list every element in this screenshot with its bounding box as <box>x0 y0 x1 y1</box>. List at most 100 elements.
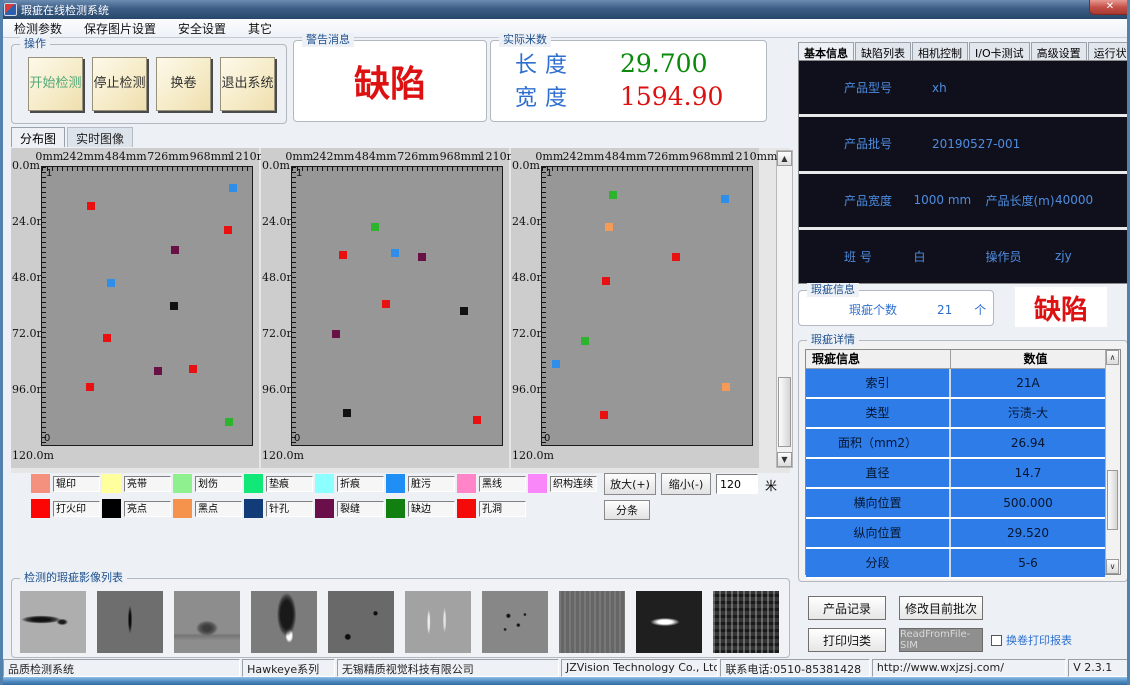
defect-point[interactable] <box>343 409 351 417</box>
defect-point[interactable] <box>103 334 111 342</box>
defect-point[interactable] <box>722 383 730 391</box>
legend-label: 划伤 <box>195 476 242 492</box>
plot-area[interactable]: 10 <box>41 166 253 446</box>
chart-vertical-scrollbar[interactable]: ▲ ▼ <box>776 150 793 468</box>
defect-thumbnail-10[interactable] <box>713 591 779 653</box>
defect-point[interactable] <box>382 300 390 308</box>
zoom-in-button[interactable]: 放大(+) <box>604 473 656 495</box>
view-tab-2[interactable]: 实时图像 <box>67 127 133 147</box>
detail-row-1[interactable]: 索引21A <box>806 369 1105 399</box>
meters-range-input[interactable] <box>716 474 758 494</box>
defect-image-list-group: 检测的瑕疵影像列表 <box>11 578 790 658</box>
defect-point[interactable] <box>552 360 560 368</box>
menu-item-3[interactable]: 安全设置 <box>167 19 237 38</box>
table-scroll-up-icon[interactable]: ∧ <box>1106 350 1119 365</box>
detail-row-value: 5-6 <box>951 549 1105 577</box>
plot-area[interactable]: 10 <box>541 166 753 446</box>
defect-thumbnail-1[interactable] <box>20 591 86 653</box>
detail-row-4[interactable]: 直径14.7 <box>806 459 1105 489</box>
defect-thumbnail-9[interactable] <box>636 591 702 653</box>
legend-label: 脏污 <box>408 476 455 492</box>
defect-point[interactable] <box>581 337 589 345</box>
product-record-button[interactable]: 产品记录 <box>808 596 886 620</box>
defect-detail-table: 瑕疵信息 数值 索引21A类型污渍-大面积（mm2）26.94直径14.7横向位… <box>805 349 1121 575</box>
y-tick-label: 0.0m <box>12 159 40 172</box>
table-scrollbar[interactable]: ∧ ∨ <box>1105 350 1120 574</box>
plot-area[interactable]: 10 <box>291 166 503 446</box>
defect-point[interactable] <box>189 365 197 373</box>
view-tab-1[interactable]: 分布图 <box>11 127 65 147</box>
defect-point[interactable] <box>600 411 608 419</box>
legend-label: 打火印 <box>53 501 100 517</box>
close-button[interactable]: ✕ <box>1089 0 1130 15</box>
meter-value: 1594.90 <box>620 82 723 111</box>
defect-point[interactable] <box>609 191 617 199</box>
legend-label: 亮带 <box>124 476 171 492</box>
detail-row-7[interactable]: 分段5-6 <box>806 549 1105 579</box>
defect-count-unit: 个 <box>974 301 986 318</box>
defect-point[interactable] <box>170 302 178 310</box>
scatter-chart-2: 0mm242mm484mm726mm968mm1210mm0.0m24.0m48… <box>261 148 509 468</box>
meter-label: 长度 <box>515 47 620 79</box>
zoom-out-button[interactable]: 缩小(-) <box>661 473 711 495</box>
checkbox-icon[interactable] <box>991 635 1002 646</box>
defect-thumbnail-3[interactable] <box>174 591 240 653</box>
detail-row-2[interactable]: 类型污渍-大 <box>806 399 1105 429</box>
view-tabs: 分布图实时图像 <box>11 127 135 147</box>
defect-point[interactable] <box>154 367 162 375</box>
menu-item-1[interactable]: 检测参数 <box>3 19 73 38</box>
defect-point[interactable] <box>473 416 481 424</box>
defect-point[interactable] <box>418 253 426 261</box>
defect-point[interactable] <box>332 330 340 338</box>
defect-point[interactable] <box>87 202 95 210</box>
defect-point[interactable] <box>86 383 94 391</box>
split-button[interactable]: 分条 <box>604 500 650 520</box>
defect-point[interactable] <box>225 418 233 426</box>
defect-point[interactable] <box>229 184 237 192</box>
defect-point[interactable] <box>460 307 468 315</box>
detail-row-6[interactable]: 纵向位置29.520 <box>806 519 1105 549</box>
roll-change-print-checkbox[interactable]: 换卷打印报表 <box>991 632 1072 648</box>
scroll-down-icon[interactable]: ▼ <box>777 452 792 467</box>
detail-row-5[interactable]: 横向位置500.000 <box>806 489 1105 519</box>
menu-item-4[interactable]: 其它 <box>237 19 283 38</box>
defect-thumbnail-6[interactable] <box>405 591 471 653</box>
status-cell-5: 联系电话:0510-85381428 <box>720 659 869 677</box>
defect-point[interactable] <box>371 223 379 231</box>
defect-point[interactable] <box>721 195 729 203</box>
op-button-4[interactable]: 退出系统 <box>220 57 275 111</box>
defect-point[interactable] <box>602 277 610 285</box>
modify-batch-button[interactable]: 修改目前批次 <box>899 596 983 620</box>
menu-item-2[interactable]: 保存图片设置 <box>73 19 167 38</box>
defect-point[interactable] <box>107 279 115 287</box>
op-button-1[interactable]: 开始检测 <box>28 57 83 111</box>
defect-point[interactable] <box>605 223 613 231</box>
legend-swatch <box>528 474 547 493</box>
defect-point[interactable] <box>672 253 680 261</box>
scrollbar-thumb[interactable] <box>778 377 791 447</box>
defect-thumbnail-4[interactable] <box>251 591 317 653</box>
info-value: zjy <box>1055 249 1127 263</box>
defect-info-group: 瑕疵信息 瑕疵个数 21 个 <box>798 290 994 326</box>
defect-thumbnail-2[interactable] <box>97 591 163 653</box>
defect-thumbnail-5[interactable] <box>328 591 394 653</box>
defect-point[interactable] <box>391 249 399 257</box>
legend-item: 织构连续 <box>528 474 599 493</box>
table-scrollbar-thumb[interactable] <box>1107 470 1118 530</box>
table-scroll-down-icon[interactable]: ∨ <box>1106 559 1119 574</box>
defect-legend-row-1: 辊印亮带划伤垫痕折痕脏污黑线织构连续 <box>31 474 599 493</box>
op-button-2[interactable]: 停止检测 <box>92 57 147 111</box>
detail-row-label: 直径 <box>806 459 951 487</box>
print-classify-button[interactable]: 打印归类 <box>808 628 886 652</box>
defect-point[interactable] <box>339 251 347 259</box>
y-tick-label: 120.0m <box>12 449 54 462</box>
defect-point[interactable] <box>224 226 232 234</box>
defect-point[interactable] <box>171 246 179 254</box>
defect-thumbnail-7[interactable] <box>482 591 548 653</box>
scroll-up-icon[interactable]: ▲ <box>777 151 792 166</box>
op-button-3[interactable]: 换卷 <box>156 57 211 111</box>
read-from-file-button: ReadFromFile-SIM <box>899 628 983 652</box>
defect-thumbnail-8[interactable] <box>559 591 625 653</box>
legend-item: 孔洞 <box>457 499 528 518</box>
detail-row-3[interactable]: 面积（mm2）26.94 <box>806 429 1105 459</box>
